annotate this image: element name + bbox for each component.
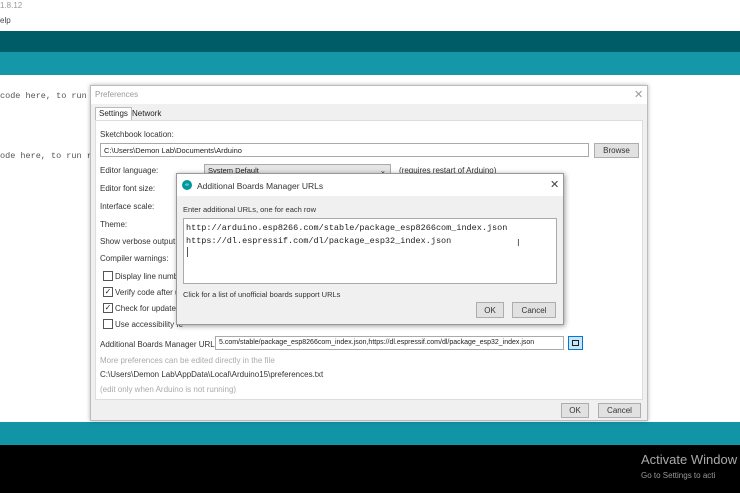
accessibility-checkbox[interactable] [103,319,113,329]
activate-windows-title: Activate Window [641,452,738,467]
tab-network[interactable]: Network [130,108,163,119]
preferences-path[interactable]: C:\Users\Demon Lab\AppData\Local\Arduino… [100,370,323,379]
dialog-title: Additional Boards Manager URLs [197,181,324,191]
dialog-ok-button[interactable]: OK [476,302,504,318]
boards-urls-input[interactable]: 5.com/stable/package_esp8266com_index.js… [215,336,564,350]
ok-button[interactable]: OK [561,403,589,418]
checkbox-label: Display line numbe [115,272,183,281]
verify-code-checkbox[interactable]: ✓ [103,287,113,297]
url-line: https://dl.espressif.com/dl/package_esp3… [186,236,452,246]
browse-button[interactable]: Browse [594,143,639,158]
checkbox-label: Use accessibility fe [115,320,184,329]
code-line: code here, to run o [0,91,97,101]
preferences-titlebar [91,86,647,104]
ibeam-cursor-icon: I [517,238,520,249]
edit-urls-window-icon[interactable] [568,336,583,350]
tab-settings[interactable]: Settings [95,107,132,120]
edit-only-note: (edit only when Arduino is not running) [100,385,237,394]
sketchbook-label: Sketchbook location: [100,130,174,139]
ide-version: 1.8.12 [0,1,23,10]
font-size-label: Editor font size: [100,184,156,193]
sketchbook-input[interactable]: C:\Users\Demon Lab\Documents\Arduino [100,143,589,157]
activate-windows-subtitle: Go to Settings to acti [641,471,716,480]
console [0,445,740,493]
unofficial-boards-link[interactable]: Click for a list of unofficial boards su… [183,290,340,299]
more-prefs-note: More preferences can be edited directly … [100,356,275,365]
dialog-cancel-button[interactable]: Cancel [512,302,556,318]
close-icon[interactable]: ✕ [634,88,643,101]
url-line: http://arduino.esp8266.com/stable/packag… [186,223,508,233]
close-icon[interactable]: ✕ [550,178,559,191]
compiler-warnings-label: Compiler warnings: [100,254,169,263]
boards-urls-dialog: ∞ Additional Boards Manager URLs ✕ Enter… [176,173,564,325]
editor-language-label: Editor language: [100,166,159,175]
status-bar [0,422,740,445]
menu-help[interactable]: elp [0,16,11,25]
interface-scale-label: Interface scale: [100,202,155,211]
dialog-instruction: Enter additional URLs, one for each row [183,205,316,214]
toolbar [0,31,740,52]
arduino-logo-icon: ∞ [182,180,192,190]
code-line: ode here, to run re [0,151,97,161]
text-cursor [187,247,188,257]
checkbox-label: Verify code after u [115,288,180,297]
check-updates-checkbox[interactable]: ✓ [103,303,113,313]
checkbox-label: Check for updates [115,304,180,313]
boards-urls-label: Additional Boards Manager URLs: [100,340,221,349]
cancel-button[interactable]: Cancel [598,403,641,418]
preferences-title: Preferences [95,90,139,99]
tab-bar [0,52,740,75]
urls-textarea[interactable]: http://arduino.esp8266.com/stable/packag… [183,218,557,284]
display-line-numbers-checkbox[interactable] [103,271,113,281]
theme-label: Theme: [100,220,128,229]
verbose-label: Show verbose output d [100,237,182,246]
